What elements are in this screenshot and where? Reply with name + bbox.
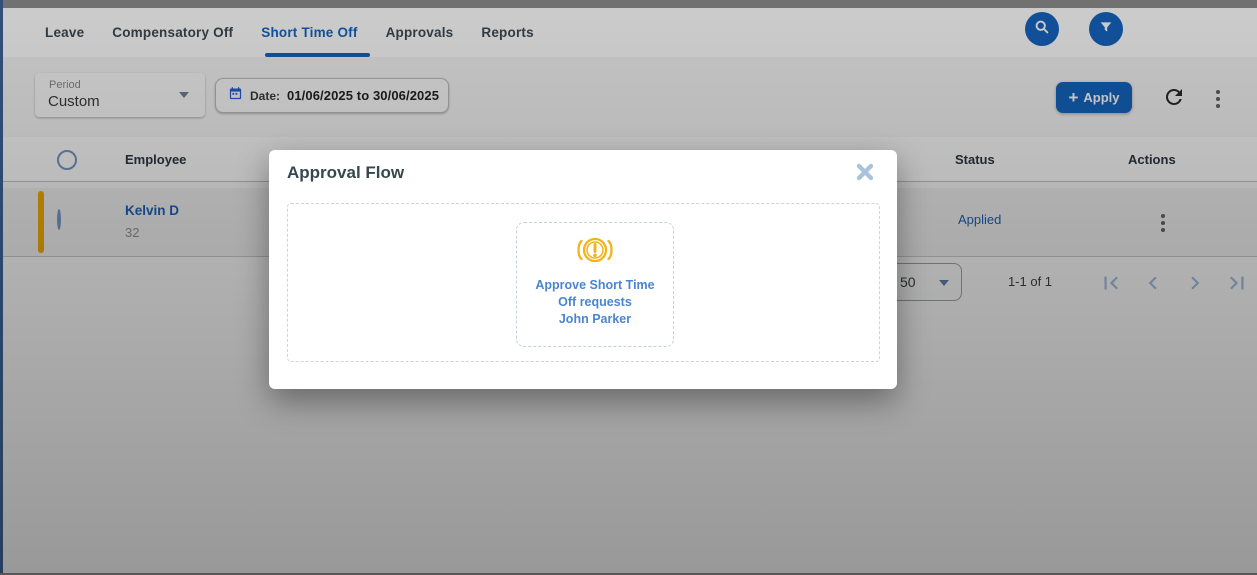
approval-flow-modal: Approval Flow Appr xyxy=(269,150,897,389)
node-text-line2: Off requests xyxy=(517,294,673,311)
app-window: Leave Compensatory Off Short Time Off Ap… xyxy=(0,0,1257,575)
approval-flow-canvas: Approve Short Time Off requests John Par… xyxy=(287,203,880,362)
alert-icon xyxy=(517,234,673,271)
close-icon xyxy=(854,171,876,186)
node-text-line1: Approve Short Time xyxy=(517,277,673,294)
modal-close-button[interactable] xyxy=(853,161,877,185)
approval-step-node: Approve Short Time Off requests John Par… xyxy=(516,222,674,347)
modal-title: Approval Flow xyxy=(287,163,404,183)
node-text-line3: John Parker xyxy=(517,311,673,328)
